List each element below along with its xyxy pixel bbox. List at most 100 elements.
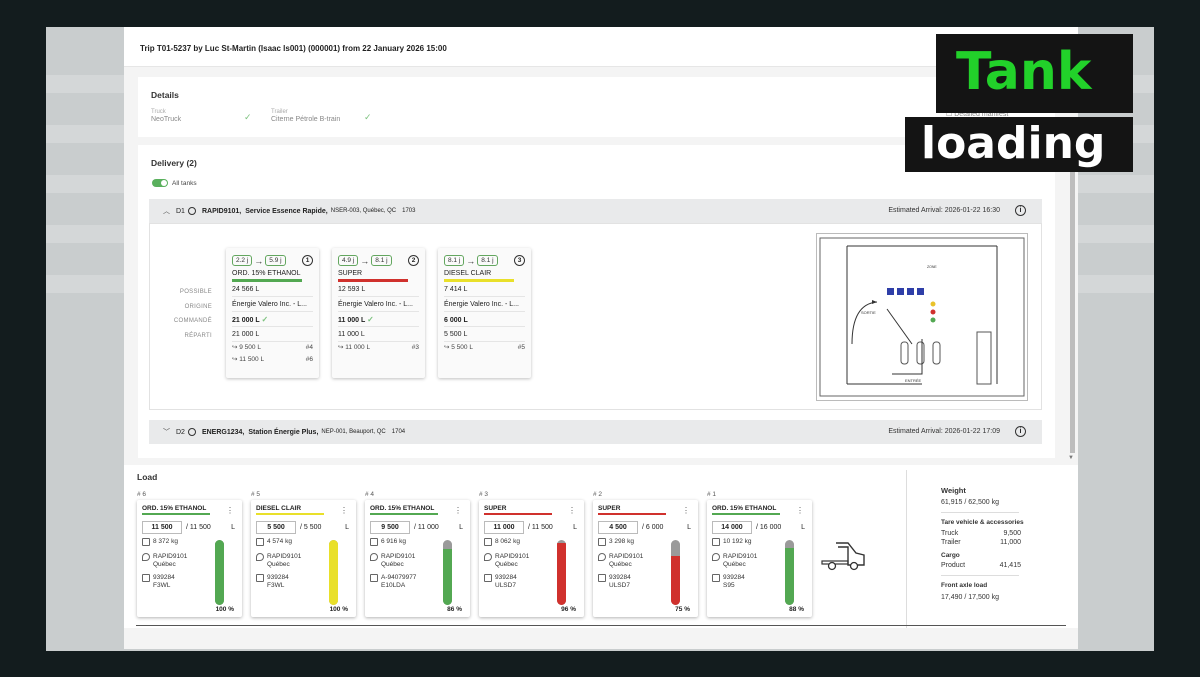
days-from: 8.1 j	[444, 255, 465, 266]
info-icon[interactable]: i	[1015, 205, 1026, 216]
compartment-weight: 6 916 kg	[381, 538, 406, 545]
trailer-check-icon: ✓	[364, 112, 372, 122]
tank-possible: 7 414 L	[444, 282, 525, 297]
tank-origin[interactable]: Énergie Valero Inc. - L...	[232, 297, 313, 312]
more-options-icon[interactable]: ⋮	[568, 506, 576, 515]
tank-card-1[interactable]: 2.2 j → 5.9 j 1 ORD. 15% ETHANOL 24 566 L É…	[226, 248, 319, 378]
truck-icon	[820, 537, 866, 575]
quantity-input[interactable]: 5 500	[256, 521, 296, 534]
quantity-input[interactable]: 14 000	[712, 521, 752, 534]
all-tanks-toggle[interactable]	[152, 179, 168, 187]
compartment-capacity: / 11 500	[186, 524, 211, 531]
compartment-site: RAPID9101	[381, 553, 416, 560]
tare-trailer: 11,000	[1000, 539, 1021, 546]
more-options-icon[interactable]: ⋮	[226, 506, 234, 515]
compartment-weight: 3 298 kg	[609, 538, 634, 545]
compartment-product: SUPER	[484, 505, 552, 515]
compartment-doc: 939284	[495, 574, 517, 581]
compartment-site: RAPID9101	[153, 553, 188, 560]
compartment-card[interactable]: DIESEL CLAIR ⋮ 5 500 / 5 500 L 4 574 kg RAPID9…	[251, 500, 356, 617]
chevron-up-icon[interactable]: ︿	[163, 206, 170, 216]
compartment-site: RAPID9101	[609, 553, 644, 560]
tank-origin[interactable]: Énergie Valero Inc. - L...	[444, 297, 525, 312]
location-pin-icon	[484, 553, 492, 561]
more-options-icon[interactable]: ⋮	[796, 506, 804, 515]
quantity-input[interactable]: 4 500	[598, 521, 638, 534]
location-pin-icon	[370, 553, 378, 561]
split-tag: #3	[411, 344, 419, 351]
compartment-number: # 5	[251, 491, 261, 498]
tank-card-2[interactable]: 4.9 j → 8.1 j 2 SUPER 12 593 L Énergie Vale…	[332, 248, 425, 378]
compartment-code: ULSD7	[495, 582, 516, 589]
fill-gauge	[443, 540, 452, 605]
compartment-number: # 6	[137, 491, 147, 498]
fill-gauge	[329, 540, 338, 605]
split-tag: #6	[305, 356, 313, 363]
more-options-icon[interactable]: ⋮	[682, 506, 690, 515]
unit-label: L	[573, 524, 577, 531]
compartment-city: Québec	[723, 561, 746, 568]
fill-gauge	[557, 540, 566, 605]
more-options-icon[interactable]: ⋮	[340, 506, 348, 515]
weight-icon	[142, 538, 150, 546]
d2-address: NEP-001, Beauport, QC	[321, 429, 386, 435]
cargo-product: 41,415	[999, 562, 1021, 569]
tank-product: ORD. 15% ETHANOL	[232, 270, 302, 282]
compartment-capacity: / 11 000	[414, 524, 439, 531]
compartment-doc: A-94079977	[381, 574, 417, 581]
split-row: ↪ 11 000 L #3	[338, 342, 419, 354]
compartment-card[interactable]: ORD. 15% ETHANOL ⋮ 9 500 / 11 000 L 6 916 kg R…	[365, 500, 470, 617]
d1-number: 1703	[402, 208, 416, 214]
d2-id: D2	[176, 428, 185, 436]
quantity-input[interactable]: 11 500	[142, 521, 182, 534]
delivery-d2-header[interactable]: ﹀ D2 ENERG1234, Station Énergie Plus, NE…	[149, 420, 1042, 444]
scrollbar[interactable]	[1070, 170, 1075, 453]
tank-card-3[interactable]: 8.1 j → 8.1 j 3 DIESEL CLAIR 7 414 L Énergi…	[438, 248, 531, 378]
compartment-card[interactable]: ORD. 15% ETHANOL ⋮ 11 500 / 11 500 L 8 372 kg…	[137, 500, 242, 617]
overlay-title-line2: loading	[921, 118, 1106, 169]
days-to: 8.1 j	[477, 255, 498, 266]
delivery-d1-header[interactable]: ︿ D1 RAPID9101, Service Essence Rapide, …	[149, 199, 1042, 223]
split-qty: 11 000 L	[345, 344, 371, 351]
weight-icon	[370, 538, 378, 546]
d2-code: ENERG1234,	[201, 428, 245, 436]
document-icon	[598, 574, 606, 582]
quantity-input[interactable]: 9 500	[370, 521, 410, 534]
site-plan-image[interactable]: SORTIE ENTRÉE ZONE	[816, 233, 1028, 401]
overlay-title-line1: Tank	[956, 42, 1092, 102]
tank-badge: Tank	[936, 34, 1133, 113]
compartment-city: Québec	[495, 561, 518, 568]
more-options-icon[interactable]: ⋮	[454, 506, 462, 515]
fill-percent: 75 %	[675, 606, 690, 613]
truck-value[interactable]: NeoTruck	[151, 116, 181, 123]
tank-origin[interactable]: Énergie Valero Inc. - L...	[338, 297, 419, 312]
compartment-code: F3WL	[153, 582, 171, 589]
site-plan-drawing: SORTIE ENTRÉE ZONE	[819, 237, 1025, 397]
unit-label: L	[345, 524, 349, 531]
details-heading: Details	[151, 90, 179, 100]
compartment-city: Québec	[153, 561, 176, 568]
days-from: 4.9 j	[338, 255, 359, 266]
scroll-down-icon[interactable]: ▼	[1068, 455, 1074, 461]
quantity-input[interactable]: 11 000	[484, 521, 524, 534]
compartment-weight: 8 372 kg	[153, 538, 178, 545]
chevron-down-icon[interactable]: ﹀	[163, 427, 170, 437]
compartment-doc: 939284	[267, 574, 289, 581]
compartment-card[interactable]: SUPER ⋮ 11 000 / 11 500 L 8 062 kg RAPID9101 Qu…	[479, 500, 584, 617]
trailer-value[interactable]: Citerne Pétrole B-train	[271, 116, 340, 123]
map-out-label: SORTIE	[861, 310, 876, 315]
location-pin-icon	[598, 553, 606, 561]
fill-percent: 96 %	[561, 606, 576, 613]
axle-load: 17,490 / 17,500 kg	[941, 594, 999, 601]
truck-label: Truck	[151, 109, 166, 115]
compartment-card[interactable]: ORD. 15% ETHANOL ⋮ 14 000 / 16 000 L 10 192 k…	[707, 500, 812, 617]
cargo-heading: Cargo	[941, 552, 960, 559]
compartment-card[interactable]: SUPER ⋮ 4 500 / 6 000 L 3 298 kg RAPID9101 Québ…	[593, 500, 698, 617]
compartment-capacity: / 5 500	[300, 524, 322, 531]
split-tag: #4	[305, 344, 313, 351]
compartment-code: E10LDA	[381, 582, 406, 589]
info-icon[interactable]: i	[1015, 426, 1026, 437]
weight-total: 61,915 / 62,500 kg	[941, 499, 999, 506]
document-icon	[142, 574, 150, 582]
tank-number: 1	[302, 255, 313, 266]
